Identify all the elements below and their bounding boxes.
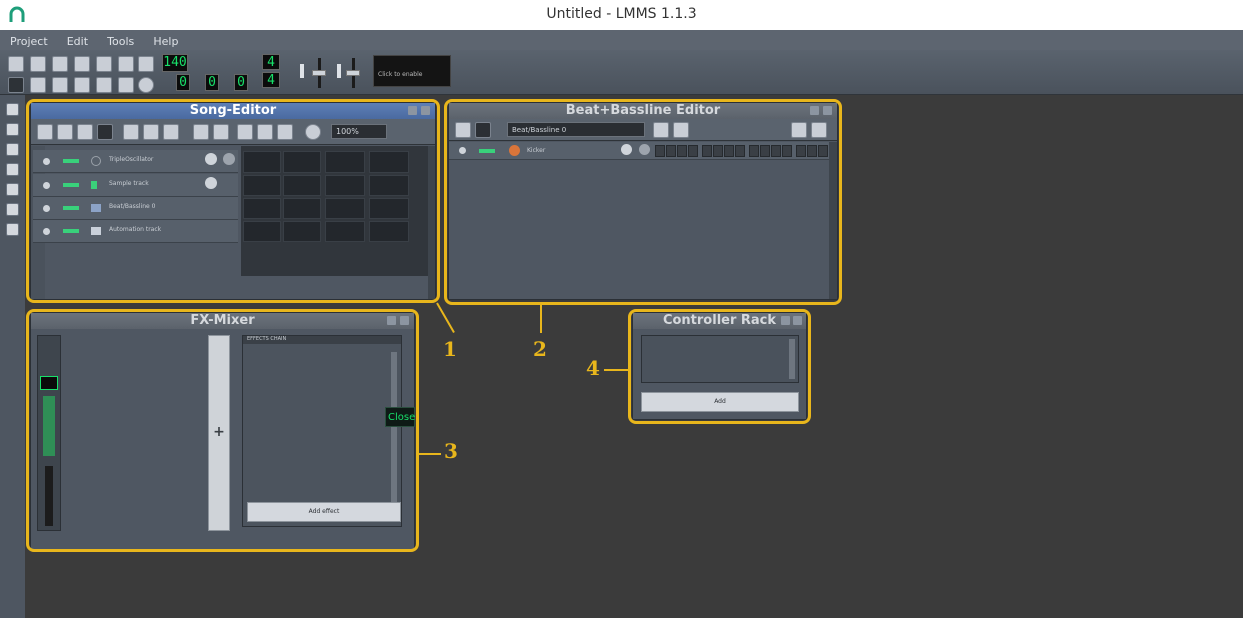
time-seconds-lcd: 0	[205, 74, 219, 91]
piano-roll-toggle-icon[interactable]	[52, 77, 68, 93]
what-is-this-icon[interactable]	[138, 56, 154, 72]
title-bar: Untitled - LMMS 1.1.3	[0, 0, 1243, 30]
new-project-icon[interactable]	[8, 56, 24, 72]
fx-mixer-toggle-icon[interactable]	[96, 77, 112, 93]
menu-project[interactable]: Project	[6, 32, 52, 51]
callout-leader-4	[604, 369, 628, 371]
highlight-beat-bassline-editor	[444, 99, 842, 305]
highlight-controller-rack	[628, 309, 811, 424]
open-project-icon[interactable]	[52, 56, 68, 72]
cpu-graph-label: Click to enable	[378, 71, 423, 78]
sidebar-presets-icon[interactable]	[6, 163, 19, 176]
master-pitch-knob[interactable]	[346, 70, 360, 76]
time-minutes-lcd: 0	[176, 74, 190, 91]
tempo-lcd[interactable]: 140	[162, 54, 188, 72]
menu-help[interactable]: Help	[149, 32, 182, 51]
sidebar-root-icon[interactable]	[6, 203, 19, 216]
export-icon[interactable]	[118, 56, 134, 72]
menu-tools[interactable]: Tools	[103, 32, 138, 51]
project-notes-toggle-icon[interactable]	[118, 77, 134, 93]
recent-projects-icon[interactable]	[74, 56, 90, 72]
sidebar-samples-icon[interactable]	[6, 143, 19, 156]
save-project-icon[interactable]	[96, 56, 112, 72]
sidebar-projects-icon[interactable]	[6, 123, 19, 136]
volume-icon	[300, 64, 304, 78]
highlight-fx-mixer	[26, 309, 419, 552]
window-title: Untitled - LMMS 1.1.3	[546, 6, 697, 22]
pitch-icon	[337, 64, 341, 78]
master-volume-knob[interactable]	[312, 70, 326, 76]
callout-2: 2	[533, 337, 547, 361]
callout-4: 4	[586, 356, 600, 380]
sidebar-instruments-icon[interactable]	[6, 103, 19, 116]
cpu-graph[interactable]: Click to enable	[373, 55, 451, 87]
highlight-song-editor	[26, 99, 440, 303]
sidebar-computer-icon[interactable]	[6, 223, 19, 236]
time-sig-numerator-lcd[interactable]: 4	[262, 54, 280, 70]
sidebar-home-icon[interactable]	[6, 183, 19, 196]
controller-rack-toggle-icon[interactable]	[138, 77, 154, 93]
callout-leader-2	[540, 305, 542, 333]
menu-edit[interactable]: Edit	[63, 32, 92, 51]
side-bar	[0, 95, 25, 618]
time-sig-denominator-lcd[interactable]: 4	[262, 72, 280, 88]
time-msec-lcd: 0	[234, 74, 248, 91]
new-from-template-icon[interactable]	[30, 56, 46, 72]
menu-bar: Project Edit Tools Help	[0, 30, 1243, 50]
automation-editor-toggle-icon[interactable]	[74, 77, 90, 93]
song-editor-toggle-icon[interactable]	[8, 77, 24, 93]
callout-leader-3	[419, 453, 441, 455]
callout-1: 1	[443, 337, 457, 361]
main-toolbar: 140 0 0 0 4 4	[0, 50, 1243, 95]
beat-bassline-toggle-icon[interactable]	[30, 77, 46, 93]
callout-3: 3	[444, 439, 458, 463]
